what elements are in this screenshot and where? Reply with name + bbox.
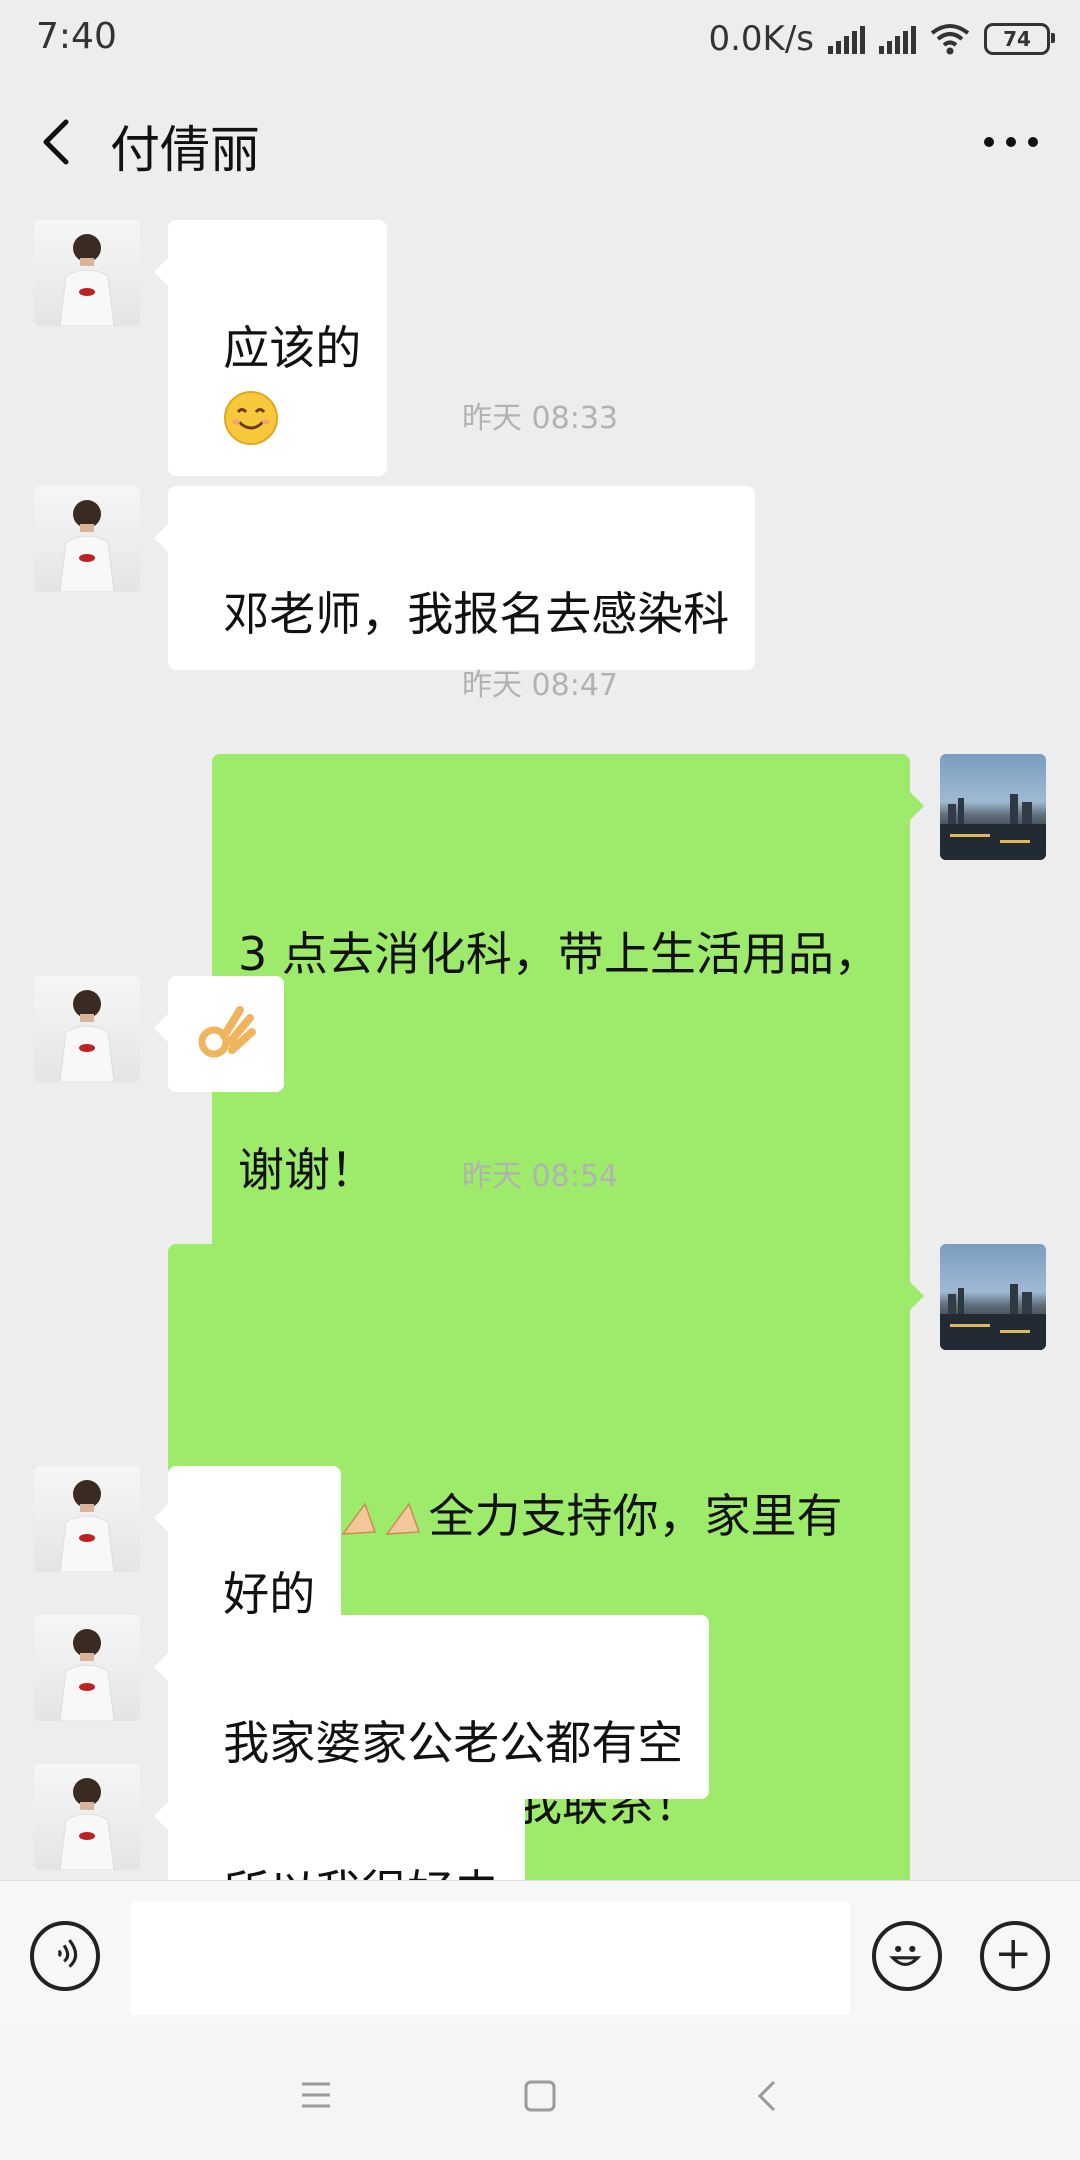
message-input[interactable] [130,1901,850,2015]
person-avatar-icon [59,990,115,1082]
back-triangle-icon[interactable] [752,2078,782,2114]
battery-icon: 74 [984,23,1055,55]
chat-header: 付倩丽 [0,92,1080,192]
message-bubble-incoming[interactable]: 应该的 [153,220,388,476]
voice-icon[interactable] [30,1921,100,1991]
ok-hand-emoji-icon [198,1006,256,1058]
message-text-line: 3 点去消化科，带上生活用品， [238,927,880,981]
timestamp: 昨天 08:54 [462,1159,618,1194]
status-right: 0.0K/s 74 [708,14,1055,64]
city-avatar-icon [940,1284,1046,1350]
signal-2-icon [879,24,916,54]
chevron-left-icon[interactable] [30,112,90,172]
status-bar: 7:40 0.0K/s 74 [0,0,1080,80]
contact-avatar[interactable] [34,1466,140,1572]
message-text: 全力支持你，家里有 [428,1489,843,1543]
contact-avatar[interactable] [34,220,140,326]
message-text: 应该的 [223,321,362,375]
message-text: 好的 [223,1567,316,1621]
wifi-icon [930,24,970,55]
contact-avatar[interactable] [34,976,140,1082]
emoji-icon[interactable] [872,1921,942,1991]
message-text: 邓老师，我报名去感染科 [223,587,730,641]
message-bubble-outgoing[interactable]: 3 点去消化科，带上生活用品， 谢谢！ [212,754,924,1298]
signal-1-icon [828,24,865,54]
contact-avatar[interactable] [34,486,140,592]
person-avatar-icon [59,1778,115,1870]
more-dots-icon[interactable] [976,112,1046,172]
person-avatar-icon [59,500,115,592]
message-bubble-incoming[interactable]: 邓老师，我报名去感染科 [153,486,756,670]
my-avatar[interactable] [940,1244,1046,1350]
net-speed: 0.0K/s [708,19,814,59]
contact-avatar[interactable] [34,1764,140,1870]
person-avatar-icon [59,1480,115,1572]
status-time: 7:40 [36,16,117,57]
input-bar [0,1880,1080,2031]
timestamp: 昨天 08:47 [462,668,618,703]
menu-icon[interactable] [298,2078,334,2112]
system-nav-bar [0,2030,1080,2160]
chat-title: 付倩丽 [110,121,260,179]
person-avatar-icon [59,234,115,326]
message-bubble-incoming[interactable] [154,976,284,1092]
home-square-icon[interactable] [522,2078,558,2114]
timestamp: 昨天 08:33 [462,401,618,436]
plus-icon[interactable] [980,1921,1050,1991]
contact-avatar[interactable] [34,1615,140,1721]
person-avatar-icon [59,1629,115,1721]
my-avatar[interactable] [940,754,1046,860]
city-avatar-icon [940,794,1046,860]
message-text: 我家婆家公老公都有空 [223,1716,684,1770]
